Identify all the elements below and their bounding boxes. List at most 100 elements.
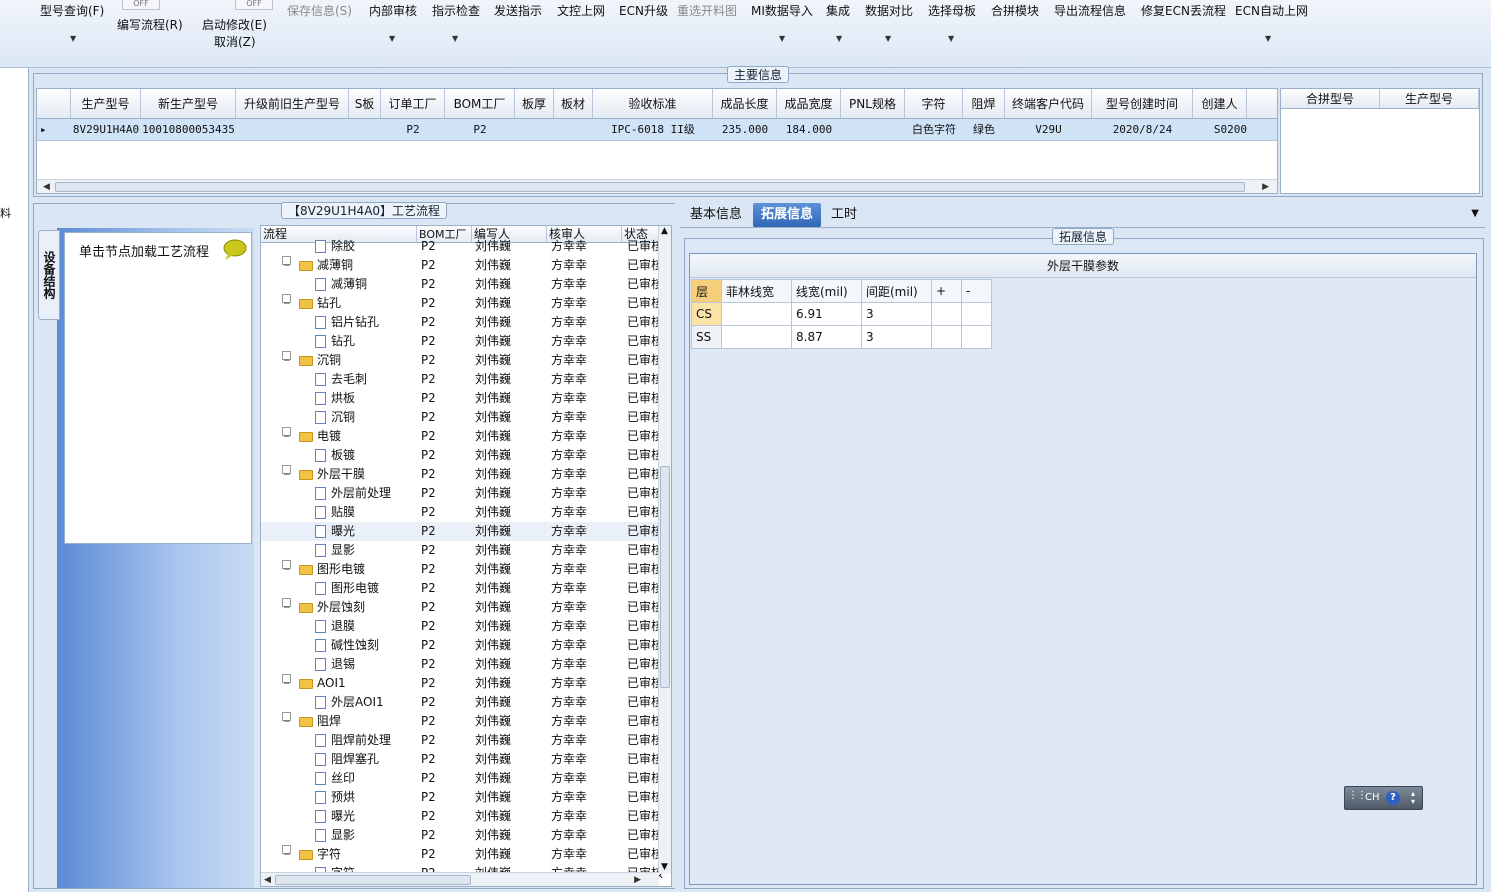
save-info-button[interactable]: 保存信息(S) [287, 2, 352, 19]
tree-leaf-row[interactable]: 碱性蚀刻 P2 刘伟巍 方幸幸 已审核 [261, 636, 663, 655]
collapse-icon[interactable]: − [282, 845, 291, 860]
tree-folder-row[interactable]: 钻孔 − P2 刘伟巍 方幸幸 已审核 [261, 294, 663, 313]
scroll-right-icon[interactable]: ▶ [1262, 180, 1269, 194]
tree-leaf-row[interactable]: 去毛刺 P2 刘伟巍 方幸幸 已审核 [261, 370, 663, 389]
tree-leaf-row[interactable]: 外层AOI1 P2 刘伟巍 方幸幸 已审核 [261, 693, 663, 712]
col-header[interactable]: 成品宽度 [777, 89, 841, 118]
collapse-icon[interactable]: − [282, 294, 291, 309]
col-header[interactable]: 订单工厂 [381, 89, 445, 118]
cell[interactable]: 10010800053435 [141, 119, 236, 140]
scroll-right-icon[interactable]: ▶ [634, 873, 641, 886]
col-header[interactable]: 生产型号 [71, 89, 141, 118]
add-column-button[interactable]: + [931, 279, 962, 303]
doc-online-button[interactable]: 文控上网 [557, 2, 605, 19]
table-row[interactable]: CS 6.91 3 [691, 302, 992, 326]
cell[interactable]: P2 [381, 119, 445, 140]
tree-folder-row[interactable]: AOI1− P2 刘伟巍 方幸幸 已审核 [261, 674, 663, 693]
cell[interactable]: 8.87 [791, 325, 862, 349]
cell[interactable]: SS [691, 325, 722, 349]
cell[interactable] [931, 302, 962, 326]
instruction-check-button[interactable]: 指示检查 ▼ [432, 2, 480, 43]
horizontal-scrollbar[interactable]: ◀ ▶ [261, 872, 659, 886]
tree-folder-row[interactable]: 沉铜 − P2 刘伟巍 方幸幸 已审核 [261, 351, 663, 370]
collapse-icon[interactable]: − [282, 674, 291, 689]
col-header[interactable]: 层 [691, 279, 722, 303]
cell[interactable]: 绿色 [963, 119, 1005, 140]
col-header[interactable]: 间距(mil) [861, 279, 932, 303]
vertical-scrollbar[interactable]: ▲ ▼ [658, 226, 671, 874]
device-structure-tab[interactable]: 设备结构 [38, 230, 60, 320]
horizontal-scrollbar[interactable]: ◀ ▶ [37, 179, 1277, 193]
tree-leaf-row[interactable]: 显影 P2 刘伟巍 方幸幸 已审核 [261, 541, 663, 560]
scroll-left-icon[interactable]: ◀ [43, 180, 50, 194]
help-icon[interactable]: ? [1386, 791, 1400, 805]
merge-module-button[interactable]: 合拼模块 [991, 2, 1039, 19]
tree-folder-row[interactable]: 阻焊 − P2 刘伟巍 方幸幸 已审核 [261, 712, 663, 731]
cell[interactable] [931, 325, 962, 349]
cell[interactable]: S0200 [1193, 119, 1247, 140]
load-hint-box[interactable]: 单击节点加载工艺流程 [64, 232, 252, 544]
col-header[interactable]: PNL规格 [841, 89, 905, 118]
tree-folder-row[interactable]: 外层干膜 − P2 刘伟巍 方幸幸 已审核 [261, 465, 663, 484]
col-header[interactable]: 升级前旧生产型号 [236, 89, 349, 118]
cell[interactable] [961, 325, 992, 349]
tree-leaf-row[interactable]: 退锡 P2 刘伟巍 方幸幸 已审核 [261, 655, 663, 674]
ime-language-label[interactable]: CH [1365, 792, 1380, 803]
tree-folder-row[interactable]: 字符 − P2 刘伟巍 方幸幸 已审核 [261, 845, 663, 864]
tree-leaf-row[interactable]: 曝光 P2 刘伟巍 方幸幸 已审核 [261, 807, 663, 826]
scroll-up-icon[interactable]: ▲ [661, 226, 668, 236]
tab-basic-info[interactable]: 基本信息 [682, 203, 750, 227]
cell[interactable]: 3 [861, 302, 932, 326]
scroll-thumb[interactable] [55, 182, 1245, 192]
col-header[interactable]: 板材 [554, 89, 593, 118]
tree-leaf-row[interactable]: 曝光 P2 刘伟巍 方幸幸 已审核 [261, 522, 663, 541]
col-header[interactable]: S板 [349, 89, 381, 118]
edit-flow-button[interactable]: 编写流程(R) [117, 16, 183, 33]
ime-options-icon[interactable]: ▴ ▾ [1411, 790, 1415, 806]
toggle-off-1[interactable]: OFF [122, 0, 160, 10]
cell[interactable]: 6.91 [791, 302, 862, 326]
collapse-icon[interactable]: − [282, 465, 291, 480]
collapse-icon[interactable]: − [282, 351, 291, 366]
tree-leaf-row[interactable]: 显影 P2 刘伟巍 方幸幸 已审核 [261, 826, 663, 845]
collapse-icon[interactable]: − [282, 712, 291, 727]
cell[interactable] [721, 302, 792, 326]
tab-extended-info[interactable]: 拓展信息 [753, 203, 822, 227]
tree-folder-row[interactable]: 减薄铜 − P2 刘伟巍 方幸幸 已审核 [261, 256, 663, 275]
tree-leaf-row[interactable]: 预烘 P2 刘伟巍 方幸幸 已审核 [261, 788, 663, 807]
scroll-thumb[interactable] [660, 466, 670, 688]
tree-folder-row[interactable]: 外层蚀刻 − P2 刘伟巍 方幸幸 已审核 [261, 598, 663, 617]
tree-leaf-row[interactable]: 贴膜 P2 刘伟巍 方幸幸 已审核 [261, 503, 663, 522]
collapse-icon[interactable]: − [282, 427, 291, 442]
cell[interactable]: 184.000 [777, 119, 841, 140]
col-header[interactable]: 创建人 [1193, 89, 1247, 118]
tree-leaf-row[interactable]: 钻孔 P2 刘伟巍 方幸幸 已审核 [261, 332, 663, 351]
tree-leaf-row[interactable]: 铝片钻孔 P2 刘伟巍 方幸幸 已审核 [261, 313, 663, 332]
col-header[interactable]: 终端客户代码 [1005, 89, 1092, 118]
internal-review-button[interactable]: 内部审核 ▼ [369, 2, 417, 43]
query-model-button[interactable]: 型号查询(F) ▼ [40, 2, 104, 43]
col-header[interactable]: 生产型号 [1380, 89, 1479, 108]
ecn-auto-online-button[interactable]: ECN自动上网 ▼ [1235, 2, 1308, 43]
table-row[interactable]: ▸ 8V29U1H4A0 10010800053435 P2 P2 IPC-60… [37, 119, 1277, 141]
cell[interactable]: IPC-6018 II级 [593, 119, 713, 140]
cell[interactable]: 8V29U1H4A0 [71, 119, 141, 140]
tree-leaf-row[interactable]: 退膜 P2 刘伟巍 方幸幸 已审核 [261, 617, 663, 636]
col-header[interactable]: 合拼型号 [1281, 89, 1380, 108]
cell[interactable] [236, 119, 349, 140]
repair-ecn-button[interactable]: 修复ECN丢流程 [1141, 2, 1226, 19]
tree-leaf-row[interactable]: 烘板 P2 刘伟巍 方幸幸 已审核 [261, 389, 663, 408]
scroll-down-icon[interactable]: ▼ [661, 862, 668, 872]
tree-leaf-row[interactable]: 图形电镀 P2 刘伟巍 方幸幸 已审核 [261, 579, 663, 598]
ecn-upgrade-button[interactable]: ECN升级 [619, 2, 668, 19]
select-mother-board-button[interactable]: 选择母板 ▼ [928, 2, 976, 43]
cancel-button[interactable]: 取消(Z) [214, 33, 256, 50]
col-header[interactable]: 线宽(mil) [791, 279, 862, 303]
tree-leaf-row[interactable]: 板镀 P2 刘伟巍 方幸幸 已审核 [261, 446, 663, 465]
collapse-icon[interactable]: − [282, 256, 291, 271]
scroll-thumb[interactable] [275, 875, 471, 885]
scroll-left-icon[interactable]: ◀ [264, 873, 271, 886]
tree-folder-row[interactable]: 图形电镀 − P2 刘伟巍 方幸幸 已审核 [261, 560, 663, 579]
collapse-icon[interactable]: − [282, 560, 291, 575]
cell[interactable] [841, 119, 905, 140]
